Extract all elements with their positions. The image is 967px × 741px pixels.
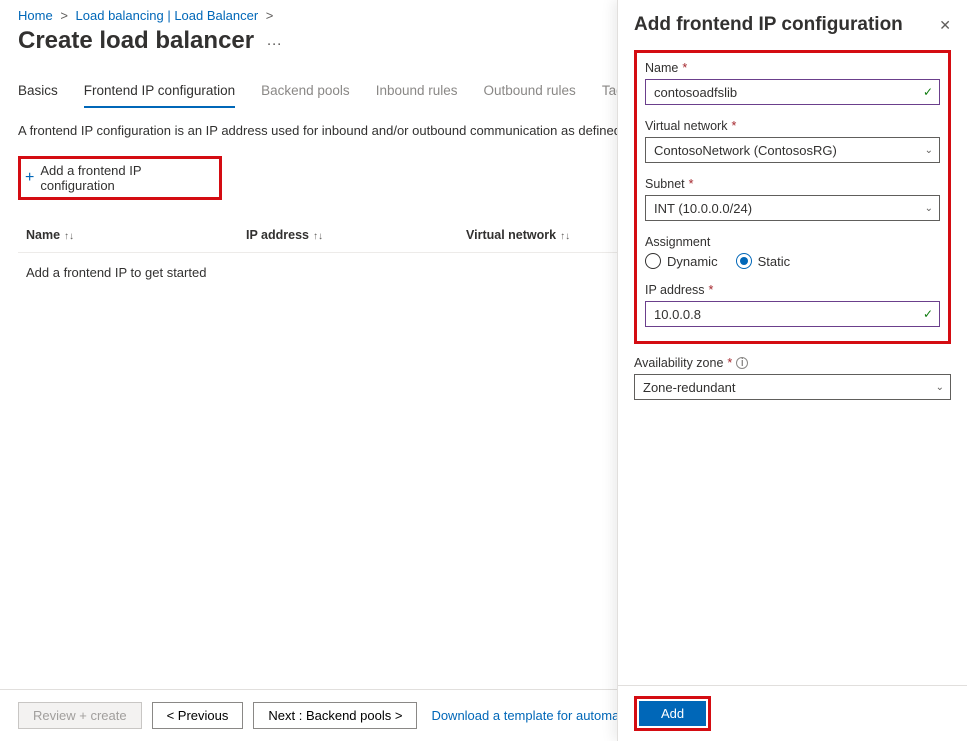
name-label: Name	[645, 61, 678, 75]
check-icon: ✓	[923, 85, 933, 99]
chevron-down-icon: ⌄	[925, 145, 933, 156]
radio-static-label: Static	[758, 254, 791, 269]
vnet-select[interactable]: ContosoNetwork (ContososRG) ⌄	[645, 137, 940, 163]
az-select[interactable]: Zone-redundant ⌄	[634, 374, 951, 400]
next-button[interactable]: Next : Backend pools >	[253, 702, 417, 729]
chevron-down-icon: ⌄	[925, 203, 933, 214]
tab-inbound-rules[interactable]: Inbound rules	[376, 75, 458, 108]
add-button[interactable]: Add	[639, 701, 706, 726]
plus-icon: +	[25, 169, 34, 187]
subnet-label: Subnet	[645, 177, 685, 191]
radio-dynamic-label: Dynamic	[667, 254, 718, 269]
tab-basics[interactable]: Basics	[18, 75, 58, 108]
check-icon: ✓	[923, 307, 933, 321]
col-name[interactable]: Name↑↓	[26, 228, 246, 242]
breadcrumb-lb[interactable]: Load balancing | Load Balancer	[76, 8, 259, 23]
sort-icon: ↑↓	[560, 231, 570, 242]
info-icon[interactable]: i	[736, 357, 748, 369]
assignment-label: Assignment	[645, 235, 710, 249]
az-label: Availability zone	[634, 356, 723, 370]
more-menu-icon[interactable]: …	[266, 32, 283, 50]
vnet-label: Virtual network	[645, 119, 727, 133]
add-frontend-ip-label: Add a frontend IP configuration	[40, 163, 215, 193]
breadcrumb-sep: >	[60, 8, 68, 23]
col-ip[interactable]: IP address↑↓	[246, 228, 466, 242]
radio-dynamic[interactable]: Dynamic	[645, 253, 718, 269]
breadcrumb-sep: >	[266, 8, 274, 23]
subnet-select[interactable]: INT (10.0.0.0/24) ⌄	[645, 195, 940, 221]
breadcrumb-home[interactable]: Home	[18, 8, 53, 23]
name-input[interactable]: contosoadfslib ✓	[645, 79, 940, 105]
highlight-add-button: Add	[634, 696, 711, 731]
panel-title: Add frontend IP configuration	[634, 14, 903, 36]
sort-icon: ↑↓	[64, 231, 74, 242]
tab-backend-pools[interactable]: Backend pools	[261, 75, 350, 108]
col-vnet[interactable]: Virtual network↑↓	[466, 228, 616, 242]
add-frontend-ip-button[interactable]: + Add a frontend IP configuration	[25, 163, 215, 193]
highlight-form: Name* contosoadfslib ✓ Virtual network* …	[634, 50, 951, 344]
add-frontend-ip-panel: Add frontend IP configuration ✕ Name* co…	[617, 0, 967, 741]
tab-outbound-rules[interactable]: Outbound rules	[484, 75, 576, 108]
highlight-add-config: + Add a frontend IP configuration	[18, 156, 222, 200]
previous-button[interactable]: < Previous	[152, 702, 244, 729]
tab-frontend-ip[interactable]: Frontend IP configuration	[84, 75, 235, 108]
ip-input[interactable]: 10.0.0.8 ✓	[645, 301, 940, 327]
radio-static[interactable]: Static	[736, 253, 791, 269]
review-create-button[interactable]: Review + create	[18, 702, 142, 729]
sort-icon: ↑↓	[313, 231, 323, 242]
chevron-down-icon: ⌄	[936, 382, 944, 393]
close-icon[interactable]: ✕	[939, 17, 951, 34]
page-title: Create load balancer	[18, 27, 254, 55]
ip-label: IP address	[645, 283, 705, 297]
download-template-link[interactable]: Download a template for automati	[431, 708, 625, 723]
